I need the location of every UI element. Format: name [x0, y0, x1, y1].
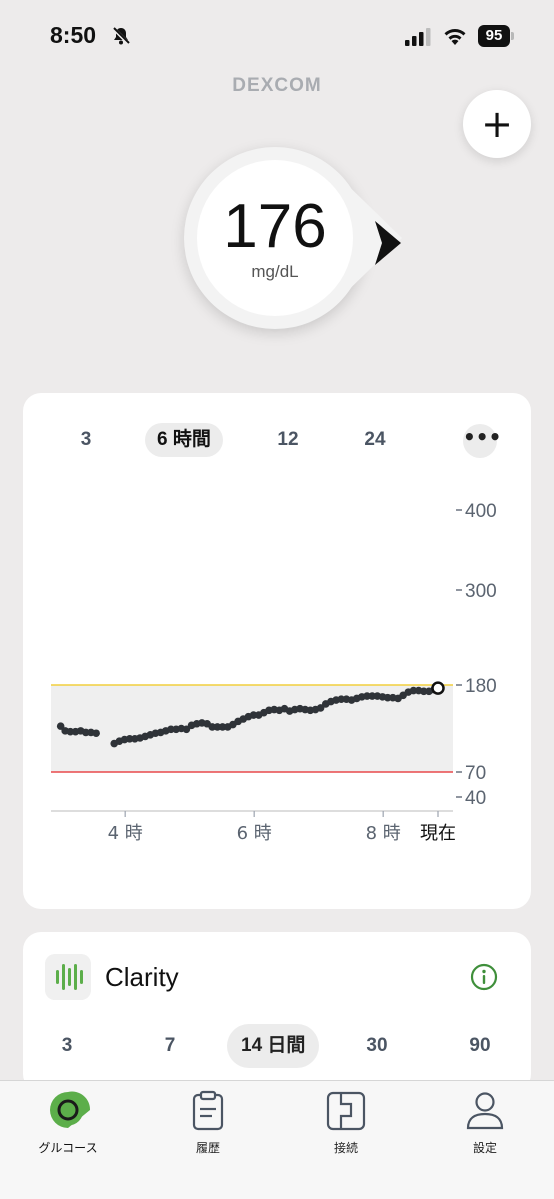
status-time: 8:50: [50, 22, 97, 48]
period-90-days[interactable]: 90: [465, 1024, 495, 1068]
nav-history[interactable]: 履歴: [158, 1089, 258, 1159]
cellular-signal-icon: [405, 28, 431, 46]
period-30-days[interactable]: 30: [362, 1024, 392, 1068]
y-tick-label: 70: [465, 763, 486, 784]
x-tick-label: 4 時: [108, 823, 143, 844]
x-tick-label: 6 時: [237, 823, 272, 844]
muted-bell-icon: [111, 26, 131, 46]
status-bar: 8:50 95: [0, 0, 554, 72]
nav-label-settings: 設定: [472, 1141, 497, 1155]
battery-indicator: 95: [478, 25, 514, 47]
tab-6-hours[interactable]: 6 時間: [145, 423, 223, 457]
clarity-bars-icon[interactable]: [45, 954, 91, 1000]
wifi-icon: [444, 29, 466, 45]
glucose-point: [92, 729, 100, 738]
connection-icon: [326, 1091, 366, 1131]
period-3-days[interactable]: 3: [57, 1024, 77, 1068]
y-tick-label: 180: [465, 676, 497, 697]
glucose-chart[interactable]: 400 300 180 70 40 4 時 6 時 8 時現在: [23, 473, 531, 873]
y-tick-label: 40: [465, 788, 486, 809]
period-14-days[interactable]: 14 日間: [227, 1024, 320, 1068]
tab-3-hours[interactable]: 3: [76, 423, 96, 457]
x-tick-label: 8 時: [366, 823, 401, 844]
glucose-chart-card: 3 6 時間 12 24 ••• 400 300 180 70 40 4 時 6 時 8 時現…: [23, 393, 531, 909]
glucose-icon: [50, 1091, 91, 1128]
nav-label-connections: 接続: [333, 1141, 358, 1155]
brand-logo: DEXCOM: [232, 75, 322, 96]
add-button[interactable]: +: [463, 90, 531, 158]
nav-label-history: 履歴: [195, 1141, 220, 1155]
trend-arrow-icon: [375, 221, 401, 265]
glucose-unit: mg/dL: [251, 262, 299, 281]
clarity-title: Clarity: [105, 962, 179, 992]
more-options-button[interactable]: •••: [463, 424, 501, 458]
bottom-navigation: グルコース 履歴 接続 設定: [0, 1080, 554, 1199]
period-7-days[interactable]: 7: [160, 1024, 180, 1068]
nav-connections[interactable]: 接続: [296, 1089, 396, 1159]
glucose-reading: 176: [223, 192, 327, 261]
range-tabs: 3 6 時間 12 24 •••: [23, 423, 531, 459]
clarity-card: Clarity 3 7 14 日間 30 90: [23, 932, 531, 1092]
user-icon: [466, 1092, 504, 1130]
info-icon[interactable]: [470, 963, 498, 991]
clipboard-icon: [192, 1090, 224, 1131]
battery-level: 95: [478, 25, 510, 47]
x-tick-label: 現在: [420, 823, 456, 844]
nav-label-glucose: グルコース: [38, 1141, 98, 1155]
glucose-dial[interactable]: 176 mg/dL: [180, 143, 410, 333]
y-tick-label: 400: [465, 501, 497, 522]
current-reading-marker: [431, 681, 445, 695]
nav-settings[interactable]: 設定: [435, 1089, 535, 1159]
y-tick-label: 300: [465, 581, 497, 602]
tab-24-hours[interactable]: 24: [360, 423, 390, 457]
tab-12-hours[interactable]: 12: [273, 423, 303, 457]
battery-nub: [511, 32, 514, 40]
nav-glucose[interactable]: グルコース: [18, 1089, 118, 1159]
